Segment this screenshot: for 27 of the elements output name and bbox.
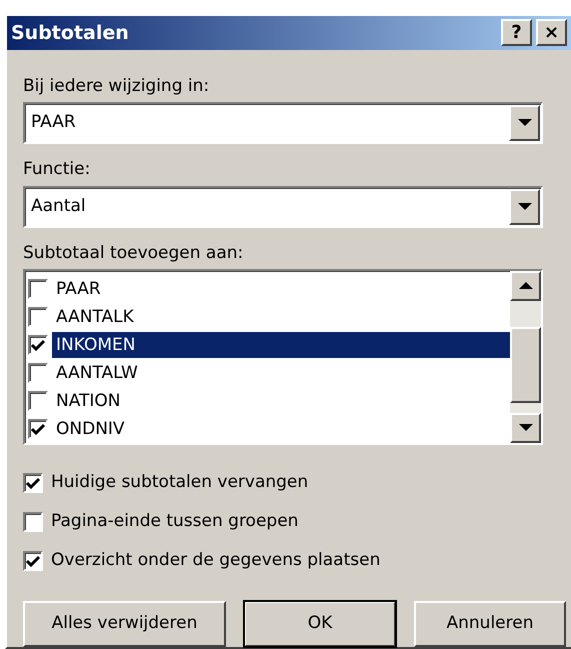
close-button[interactable]: ×: [536, 19, 567, 46]
window-title: Subtotalen: [11, 20, 129, 46]
help-button[interactable]: ?: [501, 19, 532, 46]
list-item[interactable]: AANTALW: [52, 360, 510, 386]
remove-all-button[interactable]: Alles verwijderen: [23, 601, 226, 647]
checkbox[interactable]: [23, 472, 43, 492]
list-item[interactable]: INKOMEN: [52, 332, 510, 358]
list-item[interactable]: PAAR: [52, 276, 510, 302]
change-field-label: Bij iedere wijziging in:: [23, 74, 210, 98]
scrollbar[interactable]: [510, 271, 541, 443]
option-label[interactable]: Overzicht onder de gegevens plaatsen: [51, 548, 380, 574]
ok-button[interactable]: OK: [244, 601, 396, 647]
list-label: Subtotaal toevoegen aan:: [23, 242, 244, 264]
checkbox[interactable]: [23, 512, 43, 532]
list-item[interactable]: ONDNIV: [52, 416, 510, 442]
checkbox[interactable]: [23, 550, 43, 570]
option-label[interactable]: Pagina-einde tussen groepen: [51, 508, 298, 534]
cancel-button[interactable]: Annuleren: [414, 601, 566, 647]
scroll-thumb[interactable]: [510, 327, 541, 403]
change-field-dropdown[interactable]: PAAR: [23, 102, 543, 144]
function-field-dropdown[interactable]: Aantal: [23, 186, 543, 228]
function-field-label: Functie:: [23, 158, 92, 181]
scroll-down-icon[interactable]: [510, 413, 541, 443]
option-label[interactable]: Huidige subtotalen vervangen: [51, 470, 308, 496]
scroll-up-icon[interactable]: [510, 271, 541, 301]
list-item[interactable]: AANTALK: [52, 304, 510, 330]
list-item[interactable]: NATION: [52, 388, 510, 414]
